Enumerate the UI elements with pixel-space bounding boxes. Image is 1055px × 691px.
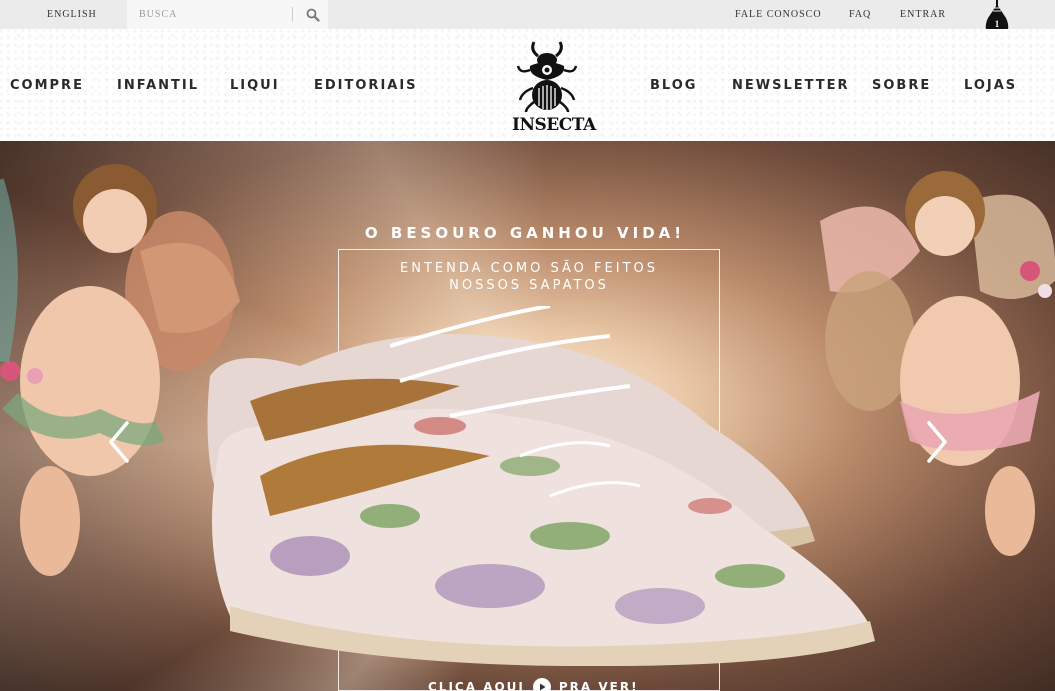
hero-headline: O BESOURO GANHOU VIDA! bbox=[364, 224, 686, 242]
search-icon bbox=[306, 8, 320, 22]
nav-editoriais[interactable]: EDITORIAIS bbox=[314, 78, 418, 93]
cart-count: 1 bbox=[994, 19, 1000, 29]
login-link[interactable]: ENTRAR bbox=[900, 9, 946, 20]
hero-subhead: ENTENDA COMO SÃO FEITOS NOSSOS SAPATOS bbox=[338, 260, 720, 294]
contact-link[interactable]: FALE CONOSCO bbox=[735, 9, 822, 20]
hero-subhead-line1: ENTENDA COMO SÃO FEITOS bbox=[400, 261, 658, 276]
insecta-logo[interactable]: INSECTA bbox=[512, 40, 596, 135]
top-utility-bar: ENGLISH FALE CONOSCO FAQ ENTRAR 1 bbox=[0, 0, 1055, 39]
logo-wordmark: INSECTA bbox=[512, 115, 596, 135]
faq-link[interactable]: FAQ bbox=[849, 9, 871, 20]
cta-left-text: CLICA AQUI bbox=[428, 680, 525, 691]
site-header: COMPRE INFANTIL LIQUI EDITORIAIS INSECTA… bbox=[0, 29, 1055, 141]
chevron-right-icon bbox=[927, 421, 947, 463]
play-icon bbox=[532, 678, 551, 691]
language-link[interactable]: ENGLISH bbox=[47, 9, 97, 20]
nav-sobre[interactable]: SOBRE bbox=[872, 78, 931, 93]
hero-banner[interactable]: O BESOURO GANHOU VIDA! ENTENDA COMO SÃO … bbox=[0, 141, 1055, 691]
nav-infantil[interactable]: INFANTIL bbox=[117, 78, 199, 93]
nav-lojas[interactable]: LOJAS bbox=[964, 78, 1017, 93]
carousel-prev-button[interactable] bbox=[104, 419, 134, 465]
shoe-product-illustration bbox=[207, 306, 875, 666]
watch-video-link[interactable]: CLICA AQUI PRA VER! bbox=[428, 678, 639, 691]
beetle-logo-icon bbox=[516, 41, 578, 113]
nav-compre[interactable]: COMPRE bbox=[10, 78, 84, 93]
hero-subhead-line2: NOSSOS SAPATOS bbox=[449, 278, 609, 293]
search-button[interactable] bbox=[297, 0, 328, 29]
carousel-next-button[interactable] bbox=[922, 419, 952, 465]
nav-blog[interactable]: BLOG bbox=[650, 78, 697, 93]
search-input[interactable] bbox=[127, 0, 292, 29]
chevron-left-icon bbox=[109, 421, 129, 463]
cta-right-text: PRA VER! bbox=[558, 680, 639, 691]
nav-newsletter[interactable]: NEWSLETTER bbox=[732, 78, 850, 93]
search-divider bbox=[292, 7, 293, 22]
nav-liqui[interactable]: LIQUI bbox=[230, 78, 280, 93]
search-box bbox=[127, 0, 328, 29]
